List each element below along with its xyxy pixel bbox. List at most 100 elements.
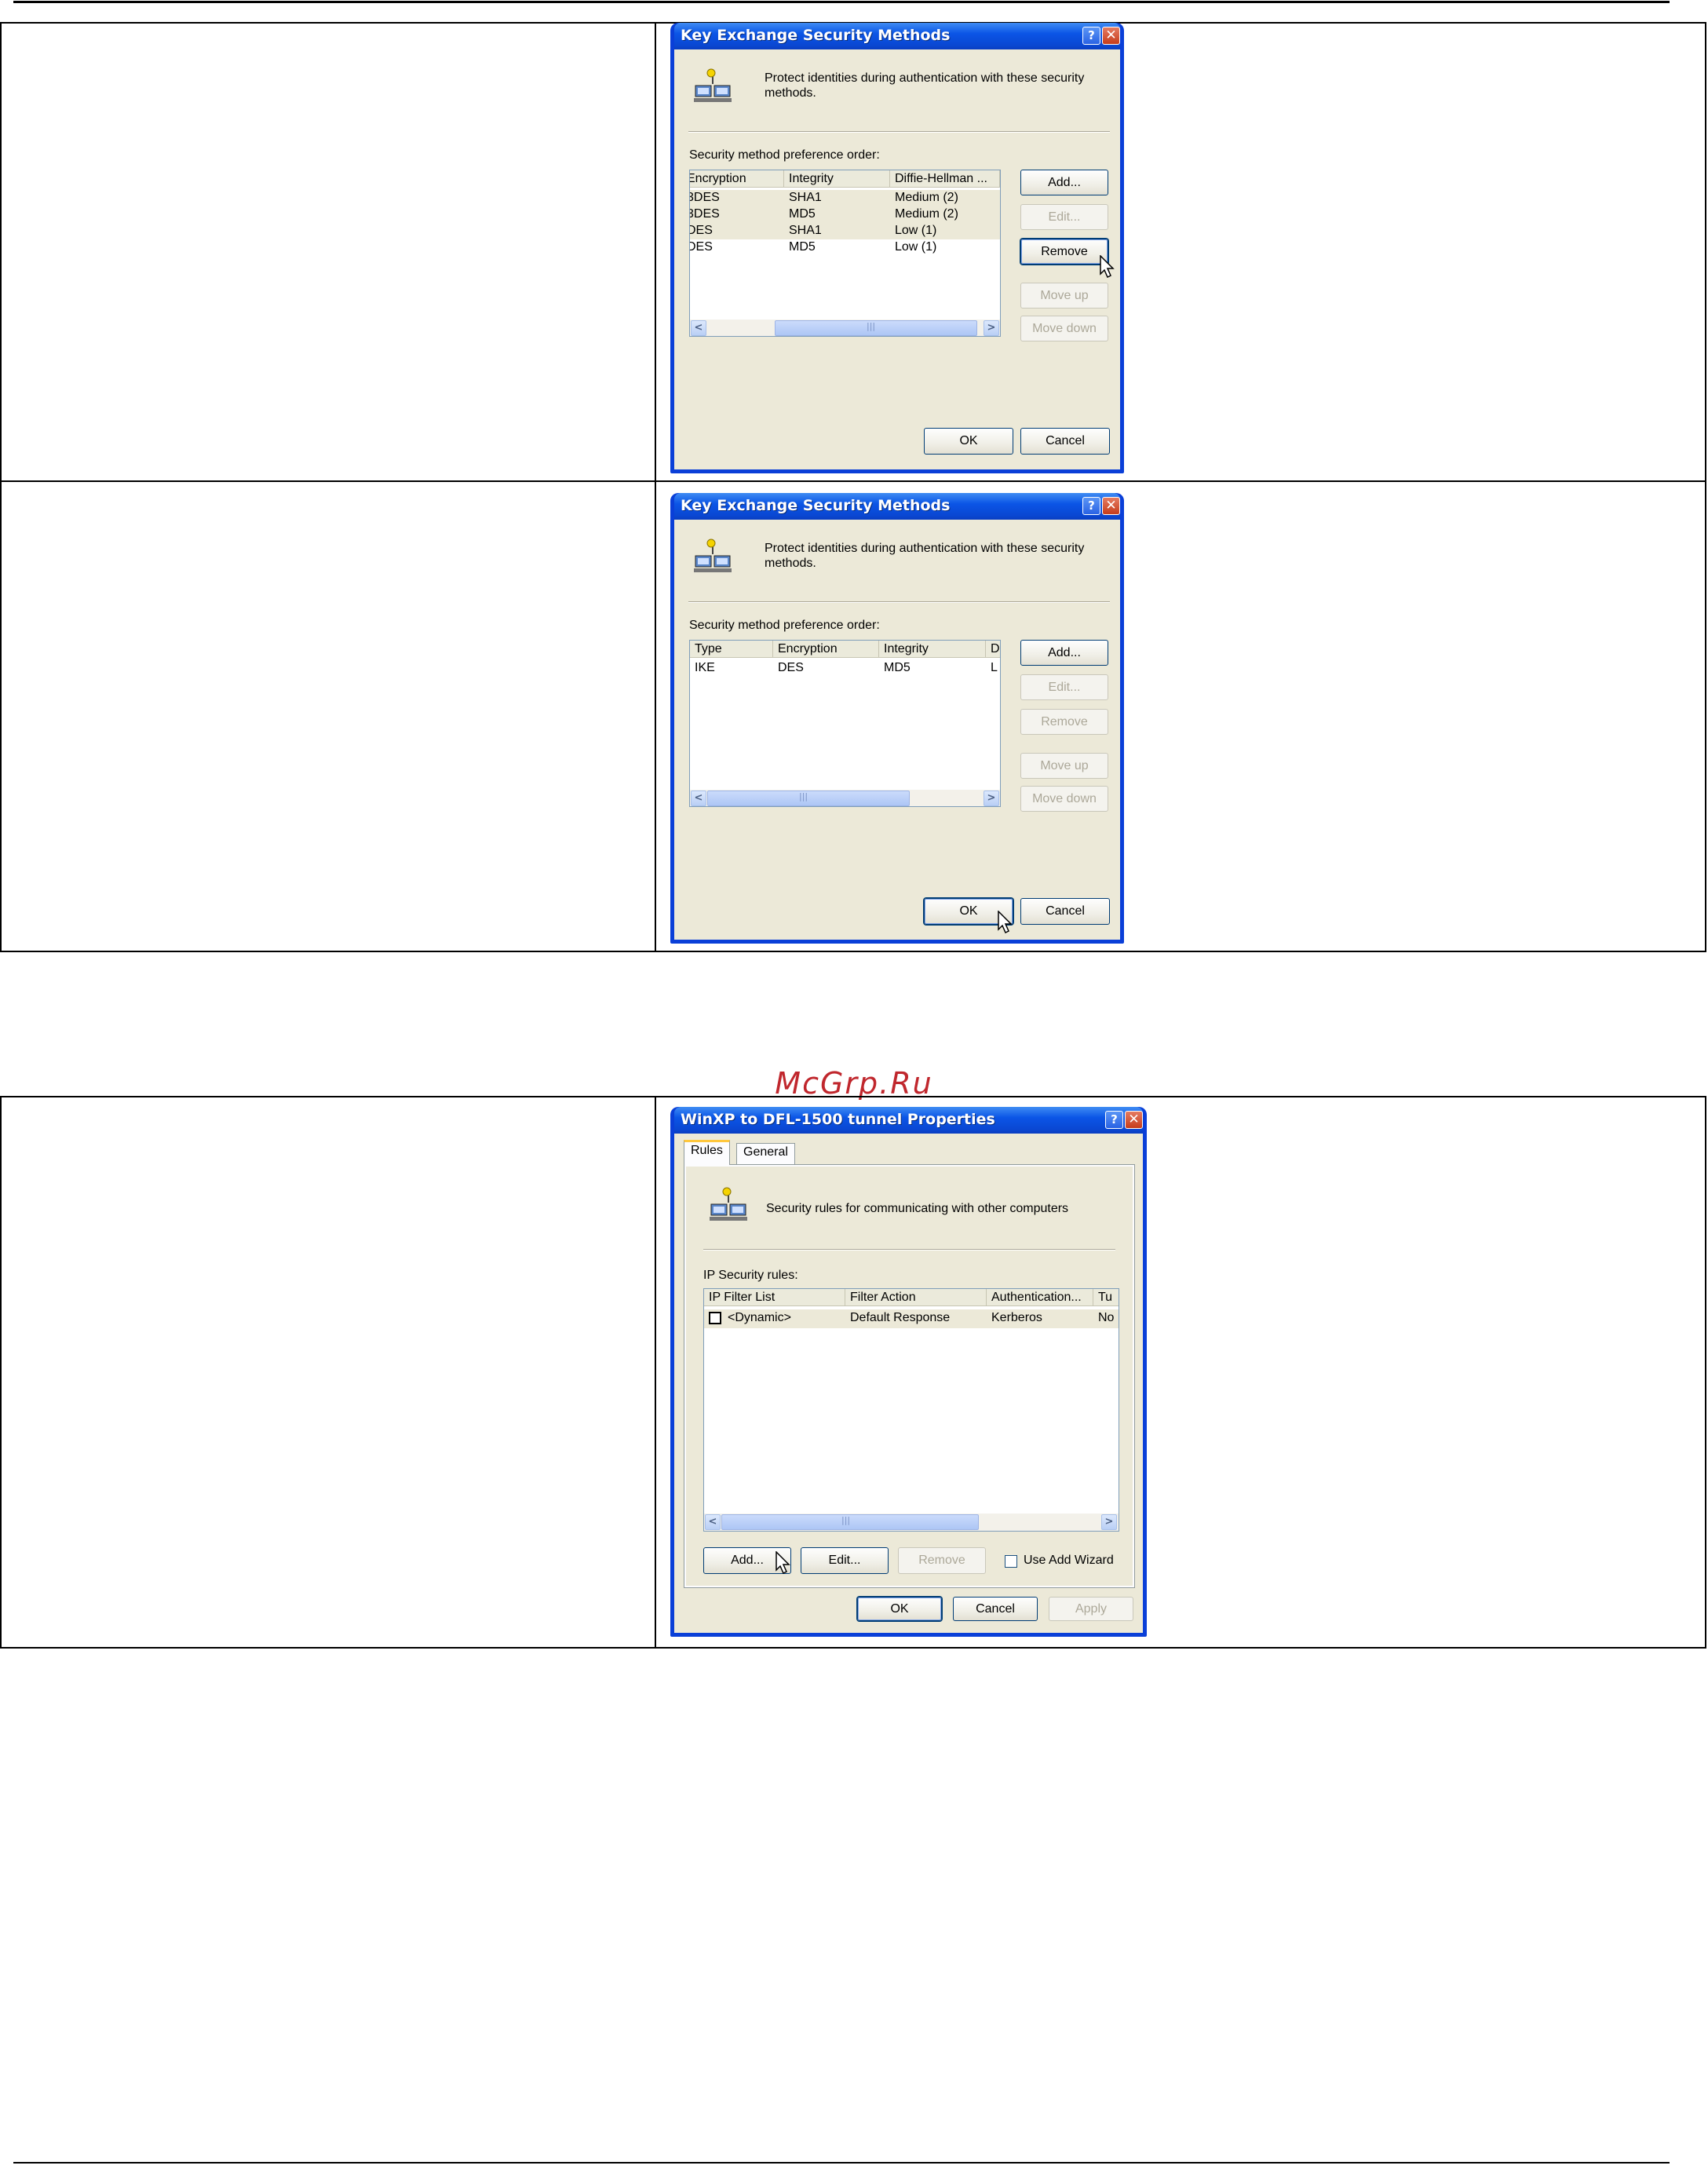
separator	[688, 601, 1110, 603]
mouse-pointer-icon	[776, 1551, 790, 1575]
horizontal-scrollbar[interactable]: < ||| >	[690, 790, 1000, 806]
scroll-right-icon[interactable]: >	[1101, 1514, 1117, 1530]
tab-rules[interactable]: Rules	[684, 1140, 730, 1165]
list-row[interactable]: IKE DES MD5 L	[690, 660, 1000, 677]
description-text: Protect identities during authentication…	[765, 542, 1085, 570]
window-title: Key Exchange Security Methods	[681, 497, 951, 514]
list-label: Security method preference order:	[689, 148, 880, 162]
column-header[interactable]: Diffie-Hellman ...	[890, 170, 1000, 188]
cell-divider	[655, 1097, 656, 1647]
bottom-rule	[13, 2162, 1670, 2164]
top-rule	[13, 1, 1670, 3]
add-button[interactable]: Add...	[1020, 640, 1108, 666]
tab-general[interactable]: General	[736, 1143, 795, 1165]
scroll-thumb[interactable]: |||	[707, 791, 910, 806]
rule-checkbox[interactable]	[709, 1312, 721, 1324]
description-text: Protect identities during authentication…	[765, 71, 1085, 100]
tunnel-properties-dialog: WinXP to DFL-1500 tunnel Properties ? ✕ …	[670, 1107, 1147, 1637]
remove-button[interactable]: Remove	[1020, 709, 1108, 735]
title-bar[interactable]: Key Exchange Security Methods ? ✕	[674, 493, 1120, 520]
column-header[interactable]: Tu	[1093, 1289, 1119, 1306]
scroll-right-icon[interactable]: >	[984, 791, 999, 806]
mouse-pointer-icon	[998, 911, 1013, 934]
dialog-client: Rules General Security rules for communi…	[674, 1134, 1143, 1633]
move-up-button[interactable]: Move up	[1020, 753, 1108, 779]
move-up-button[interactable]: Move up	[1020, 283, 1108, 309]
cell-divider	[655, 24, 656, 480]
list-row[interactable]: 3DES SHA1 Medium (2)	[690, 190, 1000, 206]
network-computers-icon	[694, 539, 732, 572]
rules-tab-panel: Security rules for communicating with ot…	[684, 1164, 1135, 1588]
column-header[interactable]: Integrity	[784, 170, 890, 188]
network-computers-icon	[710, 1187, 747, 1221]
column-header[interactable]: Integrity	[879, 641, 986, 658]
move-down-button[interactable]: Move down	[1020, 316, 1108, 341]
list-row[interactable]: <Dynamic> Default Response Kerberos No	[704, 1309, 1119, 1328]
scroll-left-icon[interactable]: <	[691, 791, 706, 806]
cancel-button[interactable]: Cancel	[1020, 428, 1110, 455]
move-down-button[interactable]: Move down	[1020, 786, 1108, 812]
remove-rule-button[interactable]: Remove	[898, 1547, 986, 1574]
help-button[interactable]: ?	[1082, 27, 1100, 45]
edit-button[interactable]: Edit...	[1020, 674, 1108, 700]
close-button[interactable]: ✕	[1102, 497, 1120, 515]
scroll-grip-icon: |||	[841, 1515, 851, 1525]
horizontal-scrollbar[interactable]: < ||| >	[704, 1514, 1119, 1531]
list-row[interactable]: 3DES MD5 Medium (2)	[690, 206, 1000, 223]
use-add-wizard-label[interactable]: Use Add Wizard	[1024, 1554, 1114, 1568]
dialog-client: Protect identities during authentication…	[674, 49, 1120, 469]
key-exchange-dialog-2: Key Exchange Security Methods ? ✕ Protec…	[670, 493, 1124, 944]
ok-button[interactable]: OK	[857, 1597, 942, 1621]
window-title: Key Exchange Security Methods	[681, 27, 951, 44]
cell-divider	[655, 482, 656, 951]
list-label: Security method preference order:	[689, 619, 880, 632]
column-header[interactable]: IP Filter List	[704, 1289, 845, 1306]
ip-security-rules-list[interactable]: IP Filter List Filter Action Authenticat…	[703, 1288, 1119, 1532]
edit-rule-button[interactable]: Edit...	[801, 1547, 889, 1574]
key-exchange-dialog-1: Key Exchange Security Methods ? ✕ Protec…	[670, 23, 1124, 473]
column-header[interactable]: Filter Action	[845, 1289, 987, 1306]
scroll-thumb[interactable]: |||	[721, 1514, 979, 1530]
close-button[interactable]: ✕	[1102, 27, 1120, 45]
security-methods-list[interactable]: Encryption Integrity Diffie-Hellman ... …	[689, 170, 1001, 337]
description-text: Security rules for communicating with ot…	[766, 1202, 1069, 1215]
list-header: Encryption Integrity Diffie-Hellman ...	[690, 170, 1000, 188]
list-row[interactable]: DES MD5 Low (1)	[690, 239, 1000, 256]
close-button[interactable]: ✕	[1125, 1111, 1143, 1129]
apply-button[interactable]: Apply	[1049, 1597, 1133, 1621]
edit-button[interactable]: Edit...	[1020, 204, 1108, 230]
column-header[interactable]: Encryption	[773, 641, 879, 658]
column-header[interactable]: Encryption	[690, 170, 784, 188]
security-methods-list[interactable]: Type Encryption Integrity D IKE DES MD5 …	[689, 640, 1001, 807]
column-header[interactable]: Authentication...	[987, 1289, 1093, 1306]
title-bar[interactable]: Key Exchange Security Methods ? ✕	[674, 23, 1120, 49]
separator	[688, 131, 1110, 133]
scroll-left-icon[interactable]: <	[691, 320, 706, 336]
list-header: Type Encryption Integrity D	[690, 641, 1000, 658]
title-bar[interactable]: WinXP to DFL-1500 tunnel Properties ? ✕	[674, 1107, 1143, 1134]
horizontal-scrollbar[interactable]: < ||| >	[690, 320, 1000, 336]
list-row[interactable]: DES SHA1 Low (1)	[690, 223, 1000, 239]
column-header[interactable]: D	[986, 641, 1000, 658]
dialog-client: Protect identities during authentication…	[674, 520, 1120, 940]
add-button[interactable]: Add...	[1020, 170, 1108, 195]
ok-button[interactable]: OK	[924, 428, 1013, 455]
rules-panel-body: Security rules for communicating with ot…	[686, 1167, 1133, 1586]
scroll-left-icon[interactable]: <	[705, 1514, 721, 1530]
scroll-right-icon[interactable]: >	[984, 320, 999, 336]
mouse-pointer-icon	[1100, 255, 1115, 279]
list-header: IP Filter List Filter Action Authenticat…	[704, 1289, 1119, 1306]
remove-button[interactable]: Remove	[1020, 239, 1108, 265]
use-add-wizard-checkbox[interactable]	[1005, 1555, 1017, 1568]
cancel-button[interactable]: Cancel	[1020, 898, 1110, 925]
network-computers-icon	[694, 68, 732, 102]
scroll-thumb[interactable]: |||	[775, 320, 977, 336]
window-title: WinXP to DFL-1500 tunnel Properties	[681, 1111, 995, 1128]
help-button[interactable]: ?	[1105, 1111, 1123, 1129]
column-header[interactable]: Type	[690, 641, 773, 658]
help-button[interactable]: ?	[1082, 497, 1100, 515]
scroll-grip-icon: |||	[867, 321, 876, 331]
separator	[703, 1249, 1115, 1251]
list-label: IP Security rules:	[703, 1269, 798, 1282]
cancel-button[interactable]: Cancel	[953, 1597, 1038, 1621]
